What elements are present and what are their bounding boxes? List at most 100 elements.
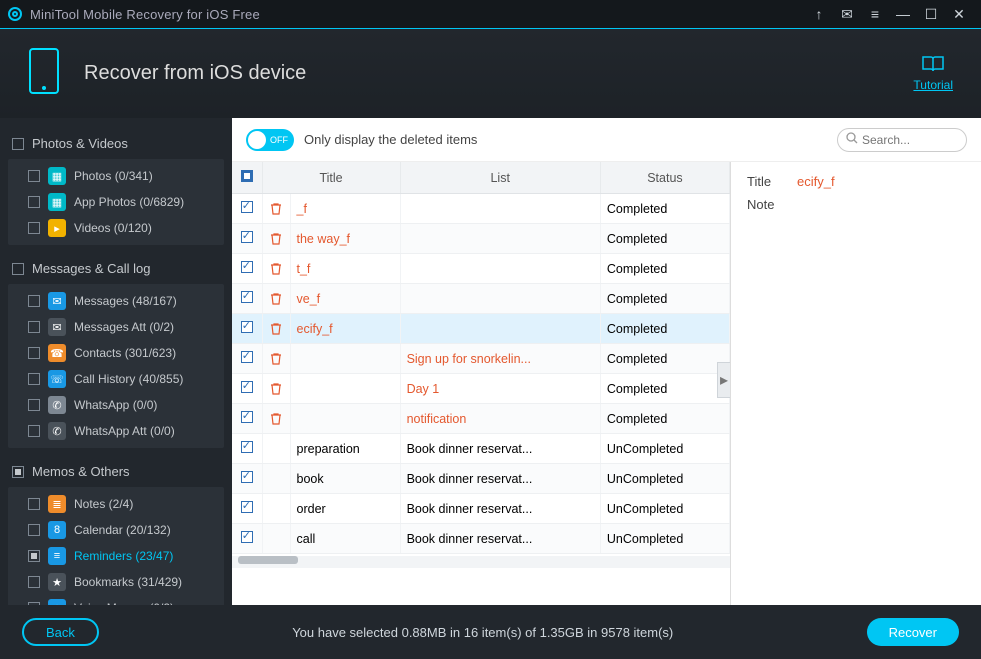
table-row[interactable]: t_fCompleted [232,254,730,284]
section-checkbox[interactable] [12,466,24,478]
row-checkbox-cell[interactable] [232,224,262,254]
table-row[interactable]: notificationCompleted [232,404,730,434]
sidebar-section[interactable]: Memos & Others [8,458,224,485]
table-row[interactable]: preparationBook dinner reservat...UnComp… [232,434,730,464]
table-row[interactable]: _fCompleted [232,194,730,224]
category-icon: ☎ [48,344,66,362]
detail-title-label: Title [747,174,797,189]
col-title[interactable]: Title [262,162,400,194]
table-row[interactable]: ecify_fCompleted [232,314,730,344]
item-checkbox[interactable] [28,170,40,182]
upload-icon[interactable]: ↑ [805,6,833,22]
recover-button[interactable]: Recover [867,618,959,646]
item-checkbox[interactable] [28,196,40,208]
sidebar-item[interactable]: ☎Contacts (301/623) [8,340,224,366]
table-row[interactable]: the way_fCompleted [232,224,730,254]
item-checkbox[interactable] [28,425,40,437]
item-checkbox[interactable] [28,524,40,536]
table-row[interactable]: Day 1Completed [232,374,730,404]
row-checkbox-cell[interactable] [232,314,262,344]
sidebar-item[interactable]: ▦Photos (0/341) [8,163,224,189]
tutorial-link[interactable]: Tutorial [913,55,953,92]
menu-icon[interactable]: ≡ [861,6,889,22]
item-checkbox[interactable] [28,222,40,234]
table-row[interactable]: orderBook dinner reservat...UnCompleted [232,494,730,524]
row-checkbox-cell[interactable] [232,194,262,224]
row-checkbox-cell[interactable] [232,404,262,434]
table-row[interactable]: callBook dinner reservat...UnCompleted [232,524,730,554]
row-checkbox-cell[interactable] [232,464,262,494]
row-list [400,314,600,344]
row-checkbox-cell[interactable] [232,284,262,314]
row-checkbox-cell[interactable] [232,254,262,284]
sidebar-item[interactable]: ✉Messages (48/167) [8,288,224,314]
row-checkbox-cell[interactable] [232,434,262,464]
item-label: Messages (48/167) [74,294,177,308]
search-input[interactable] [862,133,958,147]
sidebar-item[interactable]: ★Bookmarks (31/429) [8,569,224,595]
item-checkbox[interactable] [28,576,40,588]
close-button[interactable]: ✕ [945,6,973,23]
item-label: WhatsApp (0/0) [74,398,157,412]
mail-icon[interactable]: ✉ [833,6,861,23]
sidebar: Photos & Videos ▦Photos (0/341)▦App Photo… [0,118,232,605]
item-label: Photos (0/341) [74,169,153,183]
horizontal-scrollbar[interactable] [232,556,730,568]
sidebar-item[interactable]: ☏Call History (40/855) [8,366,224,392]
back-button[interactable]: Back [22,618,99,646]
table-area: Title List Status _fCompletedthe way_fCo… [232,162,731,605]
item-label: WhatsApp Att (0/0) [74,424,175,438]
item-checkbox[interactable] [28,550,40,562]
sidebar-item[interactable]: ≣Notes (2/4) [8,491,224,517]
table-row[interactable]: bookBook dinner reservat...UnCompleted [232,464,730,494]
item-checkbox[interactable] [28,399,40,411]
row-checkbox-cell[interactable] [232,494,262,524]
sidebar-item[interactable]: ▸Videos (0/120) [8,215,224,241]
row-status: Completed [600,314,729,344]
row-list: Book dinner reservat... [400,434,600,464]
sidebar-item[interactable]: ≡Reminders (23/47) [8,543,224,569]
sidebar-item[interactable]: ▦App Photos (0/6829) [8,189,224,215]
detail-note-label: Note [747,197,797,212]
col-list[interactable]: List [400,162,600,194]
item-checkbox[interactable] [28,347,40,359]
item-checkbox[interactable] [28,373,40,385]
sidebar-section[interactable]: Photos & Videos [8,130,224,157]
row-checkbox-cell[interactable] [232,344,262,374]
sidebar-item[interactable]: 8Calendar (20/132) [8,517,224,543]
category-icon: ≡ [48,547,66,565]
header-checkbox[interactable] [232,162,262,194]
only-deleted-toggle[interactable]: OFF [246,129,294,151]
sidebar-section[interactable]: Messages & Call log [8,255,224,282]
search-box[interactable] [837,128,967,152]
book-icon [913,55,953,76]
row-list: Book dinner reservat... [400,464,600,494]
section-checkbox[interactable] [12,138,24,150]
col-status[interactable]: Status [600,162,729,194]
row-title [290,344,400,374]
search-icon [846,131,858,149]
row-checkbox-cell[interactable] [232,524,262,554]
section-checkbox[interactable] [12,263,24,275]
sidebar-item[interactable]: ✆WhatsApp (0/0) [8,392,224,418]
collapse-detail-handle[interactable]: ▸ [717,362,731,398]
row-title: book [290,464,400,494]
sidebar-item[interactable]: ♪Voice Memos (0/2) [8,595,224,605]
maximize-button[interactable]: ☐ [917,6,945,23]
item-checkbox[interactable] [28,321,40,333]
table-row[interactable]: Sign up for snorkelin...Completed [232,344,730,374]
sidebar-item[interactable]: ✆WhatsApp Att (0/0) [8,418,224,444]
row-checkbox-cell[interactable] [232,374,262,404]
row-status: UnCompleted [600,464,729,494]
row-trash-icon [262,464,290,494]
sidebar-item[interactable]: ✉Messages Att (0/2) [8,314,224,340]
row-status: Completed [600,404,729,434]
table-row[interactable]: ve_fCompleted [232,284,730,314]
minimize-button[interactable]: — [889,6,917,22]
section-label: Messages & Call log [32,261,151,276]
row-trash-icon [262,314,290,344]
item-checkbox[interactable] [28,295,40,307]
row-list: Book dinner reservat... [400,494,600,524]
section-label: Memos & Others [32,464,130,479]
item-checkbox[interactable] [28,498,40,510]
